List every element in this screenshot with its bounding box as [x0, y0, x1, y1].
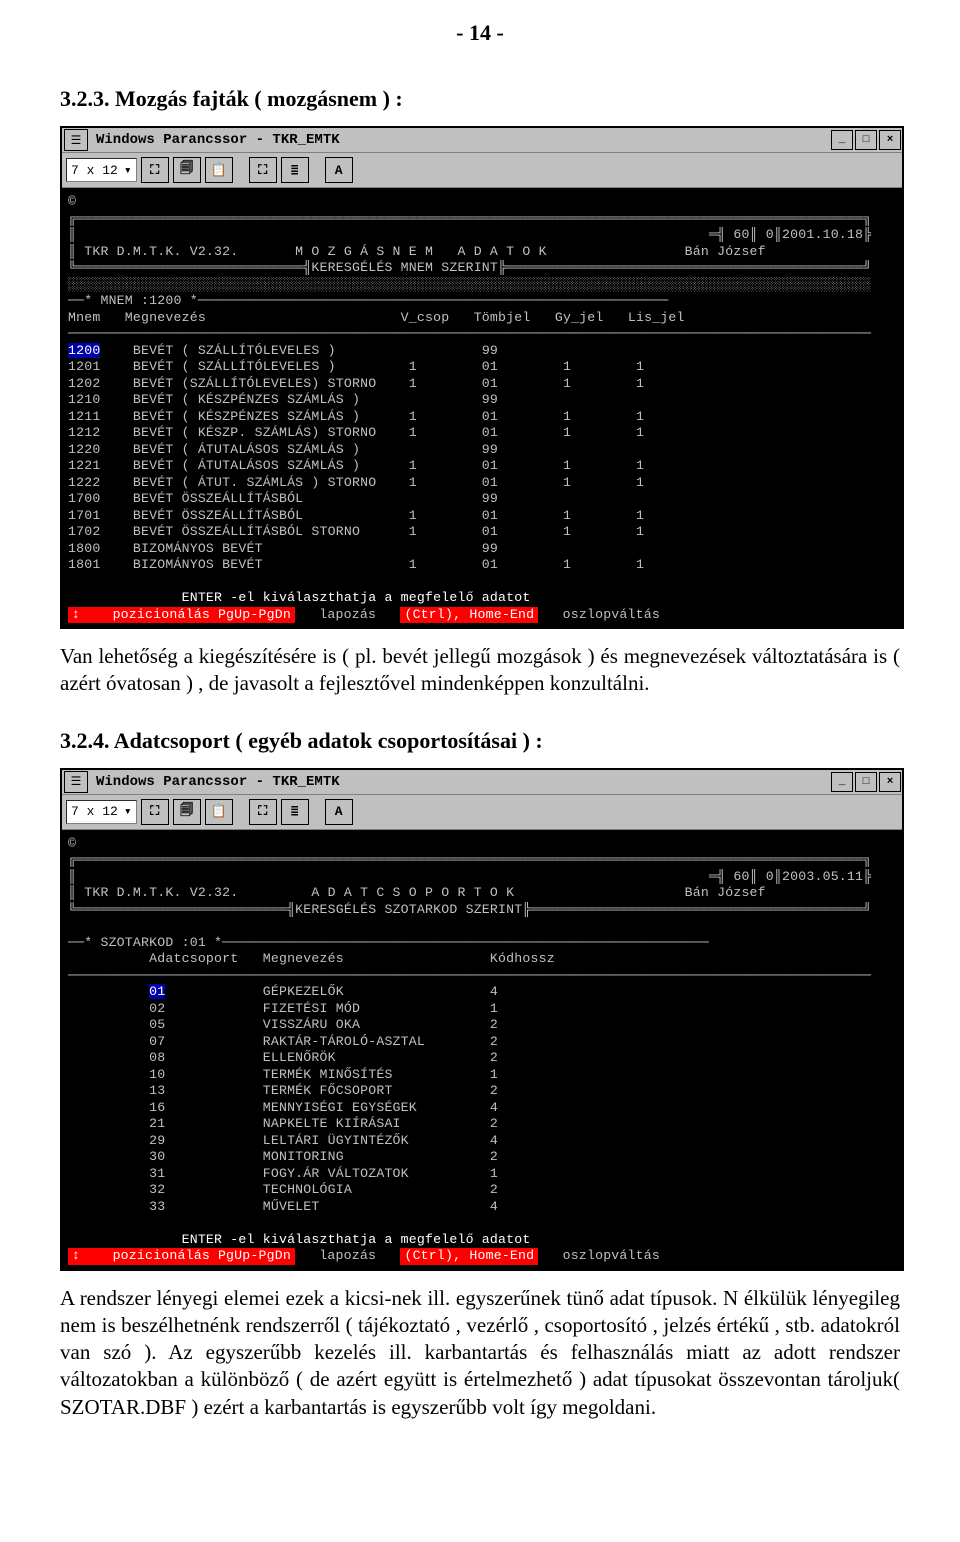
page-number: - 14 - [60, 20, 900, 46]
copy-icon[interactable]: 🗐 [173, 157, 201, 183]
font-button[interactable]: A [325, 799, 353, 825]
window-title: Windows Parancssor - TKR_EMTK [90, 774, 830, 790]
titlebar: ☰ Windows Parancssor - TKR_EMTK _ □ × [62, 770, 902, 795]
toolbar: 7 x 12▾ ⛶ 🗐 📋 ⛶ ≣ A [62, 795, 902, 830]
section-heading-2: 3.2.4. Adatcsoport ( egyéb adatok csopor… [60, 728, 900, 754]
copy-icon[interactable]: 🗐 [173, 799, 201, 825]
dos-window-1: ☰ Windows Parancssor - TKR_EMTK _ □ × 7 … [60, 126, 904, 629]
font-button[interactable]: A [325, 157, 353, 183]
terminal-content-2: © ╔═════════════════════════════════════… [62, 830, 902, 1269]
titlebar: ☰ Windows Parancssor - TKR_EMTK _ □ × [62, 128, 902, 153]
fullscreen-icon[interactable]: ⛶ [249, 799, 277, 825]
system-menu-icon[interactable]: ☰ [64, 129, 88, 151]
section-heading-1: 3.2.3. Mozgás fajták ( mozgásnem ) : [60, 86, 900, 112]
font-size-select[interactable]: 7 x 12▾ [66, 158, 137, 182]
minimize-button[interactable]: _ [831, 130, 853, 150]
window-title: Windows Parancssor - TKR_EMTK [90, 132, 830, 148]
maximize-button[interactable]: □ [855, 130, 877, 150]
system-menu-icon[interactable]: ☰ [64, 771, 88, 793]
mark-icon[interactable]: ⛶ [141, 157, 169, 183]
dos-window-2: ☰ Windows Parancssor - TKR_EMTK _ □ × 7 … [60, 768, 904, 1271]
fullscreen-icon[interactable]: ⛶ [249, 157, 277, 183]
paste-icon[interactable]: 📋 [205, 799, 233, 825]
toolbar: 7 x 12▾ ⛶ 🗐 📋 ⛶ ≣ A [62, 153, 902, 188]
font-size-select[interactable]: 7 x 12▾ [66, 800, 137, 824]
properties-icon[interactable]: ≣ [281, 799, 309, 825]
maximize-button[interactable]: □ [855, 772, 877, 792]
mark-icon[interactable]: ⛶ [141, 799, 169, 825]
paste-icon[interactable]: 📋 [205, 157, 233, 183]
terminal-content-1: © ╔═════════════════════════════════════… [62, 188, 902, 627]
close-button[interactable]: × [879, 130, 901, 150]
paragraph-1: Van lehetőség a kiegészítésére is ( pl. … [60, 643, 900, 698]
paragraph-2: A rendszer lényegi elemei ezek a kicsi-n… [60, 1285, 900, 1421]
properties-icon[interactable]: ≣ [281, 157, 309, 183]
close-button[interactable]: × [879, 772, 901, 792]
minimize-button[interactable]: _ [831, 772, 853, 792]
